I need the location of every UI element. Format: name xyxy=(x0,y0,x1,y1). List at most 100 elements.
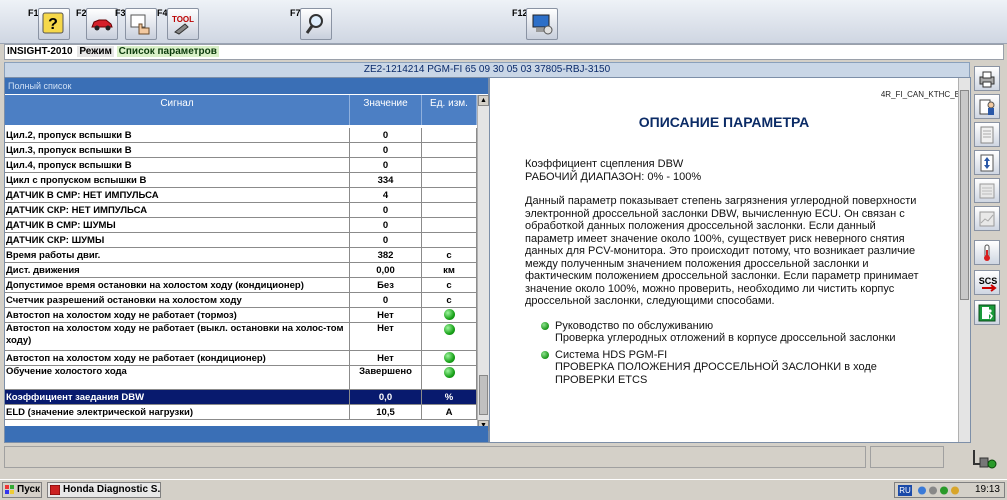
description-panel: 4R_FI_CAN_KTHC_B ОПИСАНИЕ ПАРАМЕТРА Коэф… xyxy=(489,77,971,443)
table-row[interactable]: Допустимое время остановки на холостом х… xyxy=(5,278,477,293)
car-icon xyxy=(91,19,113,31)
table-body: Цил.2, пропуск вспышки В 0 Цил.3, пропуск … xyxy=(5,126,477,431)
unit-cell xyxy=(422,143,477,157)
mode-value: Список параметров xyxy=(116,46,219,57)
search-button[interactable] xyxy=(300,8,332,40)
value-cell: Без xyxy=(350,278,422,292)
table-row[interactable]: Автостоп на холостом ходу не работает (в… xyxy=(5,323,477,351)
magnifier-icon xyxy=(305,14,323,34)
scs-text: SCS xyxy=(979,276,998,286)
unit-header[interactable]: Ед. изм. xyxy=(422,95,477,125)
value-cell: 0 xyxy=(350,203,422,217)
unit-cell xyxy=(422,218,477,232)
table-row[interactable]: ДАТЧИК В СМР: НЕТ ИМПУЛЬСА 4 xyxy=(5,188,477,203)
windows-logo-icon xyxy=(5,485,14,494)
unit-cell: км xyxy=(422,263,477,277)
value-cell: Нет xyxy=(350,351,422,365)
value-header[interactable]: Значение xyxy=(350,95,422,125)
scroll-thumb[interactable] xyxy=(479,375,488,415)
document-button[interactable] xyxy=(974,122,1000,147)
f7-label: F7 xyxy=(290,8,301,18)
value-cell: 0 xyxy=(350,218,422,232)
hand-icon xyxy=(130,14,150,35)
signal-cell: Коэффициент заедания DBW xyxy=(5,390,350,404)
status-indicator-icon xyxy=(443,309,455,320)
table-row[interactable]: Счетчик разрешений остановки на холостом… xyxy=(5,293,477,308)
unit-cell: с xyxy=(422,293,477,307)
tray-app-icon[interactable] xyxy=(940,486,948,495)
table-row[interactable]: Цил.4, пропуск вспышки В0 xyxy=(5,158,477,173)
description-bullet: Руководство по обслуживанию Проверка угле… xyxy=(541,320,925,345)
table-row[interactable]: Цил.2, пропуск вспышки В0 xyxy=(5,128,477,143)
table-row[interactable]: ДАТЧИК СКР: ШУМЫ 0 xyxy=(5,233,477,248)
volume-icon[interactable] xyxy=(929,486,937,495)
table-row[interactable]: ELD (значение электрической нагрузки) 10,… xyxy=(5,405,477,420)
description-scroll-thumb[interactable] xyxy=(960,90,969,300)
status-field-secondary xyxy=(870,446,944,468)
svg-text:?: ? xyxy=(48,16,58,33)
signal-header[interactable]: Сигнал xyxy=(5,95,350,125)
table-row[interactable]: ДАТЧИК СКР: НЕТ ИМПУЛЬСА 0 xyxy=(5,203,477,218)
signal-cell: Автостоп на холостом ходу не работает (к… xyxy=(5,351,350,365)
table-row[interactable]: ДАТЧИК В СМР: ШУМЫ 0 xyxy=(5,218,477,233)
description-title: ОПИСАНИЕ ПАРАМЕТРА xyxy=(638,114,810,130)
table-row[interactable]: Время работы двиг. 382 с xyxy=(5,248,477,263)
value-cell: Нет xyxy=(350,323,422,350)
value-cell: 0 xyxy=(350,158,422,172)
tool-text: TOOL xyxy=(172,15,194,24)
tool-button[interactable]: TOOL xyxy=(167,8,199,40)
list-footer xyxy=(5,426,488,442)
unit-cell xyxy=(422,308,477,322)
language-indicator[interactable]: RU xyxy=(898,485,912,496)
graph-button[interactable] xyxy=(974,206,1000,231)
person-button[interactable] xyxy=(974,94,1000,119)
clock: 19:13 xyxy=(974,484,1000,495)
tool-icon: TOOL xyxy=(172,15,194,35)
list-button[interactable] xyxy=(974,178,1000,203)
table-row[interactable]: Обучение холостого хода Завершено xyxy=(5,366,477,390)
table-row[interactable]: Цикл с пропуском вспышки В 334 xyxy=(5,173,477,188)
table-row[interactable]: Коэффициент заедания DBW 0,0% xyxy=(5,390,477,405)
table-header: Сигнал Значение Ед. изм. xyxy=(5,95,477,125)
description-bullet: Система HDS PGM-FI ПРОВЕРКА ПОЛОЖЕНИЯ ДРО… xyxy=(541,349,925,387)
taskbar-app-item[interactable]: Honda Diagnostic S... xyxy=(47,482,161,498)
sort-button[interactable] xyxy=(974,150,1000,175)
computer-button[interactable] xyxy=(526,8,558,40)
table-row[interactable]: Автостоп на холостом ходу не работает (т… xyxy=(5,308,477,323)
signal-cell: ELD (значение электрической нагрузки) xyxy=(5,405,350,419)
scs-button[interactable]: SCS xyxy=(974,270,1000,295)
value-cell: 382 xyxy=(350,248,422,262)
mode-button[interactable] xyxy=(125,8,157,40)
temperature-button[interactable] xyxy=(974,240,1000,265)
start-button[interactable]: Пуск xyxy=(2,482,42,498)
scroll-up-arrow-icon[interactable]: ▲ xyxy=(478,95,489,106)
tray-security-icon[interactable] xyxy=(951,486,959,495)
app-icon xyxy=(50,485,60,495)
unit-cell xyxy=(422,158,477,172)
network-icon[interactable] xyxy=(918,486,926,495)
description-scrollbar[interactable] xyxy=(958,78,970,442)
description-body: Коэффициент сцепления DBW РАБОЧИЙ ДИАПАЗ… xyxy=(525,158,925,390)
table-row[interactable]: Дист. движения 0,00 км xyxy=(5,263,477,278)
unit-cell xyxy=(422,233,477,247)
list-scrollbar[interactable]: ▲ ▼ xyxy=(477,95,489,431)
signal-cell: ДАТЧИК В СМР: ШУМЫ xyxy=(5,218,350,232)
print-button[interactable] xyxy=(974,66,1000,91)
table-row[interactable]: Цил.3, пропуск вспышки В0 xyxy=(5,143,477,158)
description-range: РАБОЧИЙ ДИАПАЗОН: 0% - 100% xyxy=(525,170,702,183)
f2-label: F2 xyxy=(76,8,87,18)
value-cell: 334 xyxy=(350,173,422,187)
table-row[interactable]: Автостоп на холостом ходу не работает (к… xyxy=(5,351,477,366)
taskbar: Пуск Honda Diagnostic S... RU 19:13 xyxy=(0,479,1007,500)
unit-cell: A xyxy=(422,405,477,419)
help-button[interactable]: ? xyxy=(38,8,70,40)
status-indicator-icon xyxy=(443,367,455,378)
value-cell: 10,5 xyxy=(350,405,422,419)
vehicle-button[interactable] xyxy=(86,8,118,40)
exit-button[interactable] xyxy=(974,300,1000,325)
f1-label: F1 xyxy=(28,8,39,18)
value-cell: 0,0 xyxy=(350,390,422,404)
description-param-name: Коэффициент сцепления DBW xyxy=(525,158,684,170)
connection-icon xyxy=(973,450,997,469)
scs-icon: SCS xyxy=(979,276,998,292)
